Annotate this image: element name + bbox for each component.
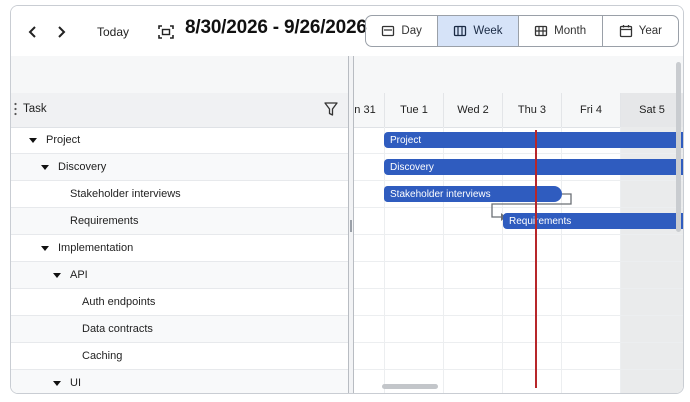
timeline-row <box>354 343 683 370</box>
task-row-requirements[interactable]: Requirements <box>11 208 348 235</box>
timeline-row <box>354 289 683 316</box>
day-header-weekend: Sat 5 <box>620 93 683 127</box>
timeline-row <box>354 370 683 393</box>
caret-down-icon[interactable] <box>28 135 38 145</box>
task-row-api[interactable]: API <box>11 262 348 289</box>
fit-range-button[interactable] <box>156 22 176 42</box>
task-label: Data contracts <box>82 323 153 335</box>
timeline-row <box>354 262 683 289</box>
next-button[interactable] <box>51 22 71 42</box>
week-view-button[interactable]: Week <box>438 16 519 46</box>
chevron-right-icon <box>58 26 66 38</box>
filter-icon[interactable] <box>324 101 338 117</box>
task-bar-discovery[interactable]: Discovery <box>384 159 683 175</box>
today-marker-line <box>535 130 537 388</box>
today-button[interactable]: Today <box>91 22 135 42</box>
chevron-left-icon <box>28 26 36 38</box>
timeline-row <box>354 235 683 262</box>
horizontal-scrollbar[interactable] <box>382 384 438 389</box>
column-drag-handle-icon[interactable] <box>14 102 17 116</box>
day-header: Wed 2 <box>443 93 502 127</box>
year-view-icon <box>619 25 632 38</box>
day-header: n 31 <box>354 104 376 116</box>
task-row-data-contracts[interactable]: Data contracts <box>11 316 348 343</box>
task-label: UI <box>70 377 81 389</box>
month-view-label: Month <box>554 25 587 37</box>
timeline-row <box>354 316 683 343</box>
task-bar-requirements[interactable]: Requirements <box>503 213 683 229</box>
fit-range-icon <box>158 25 174 39</box>
caret-down-icon[interactable] <box>52 270 62 280</box>
task-label: Auth endpoints <box>82 296 156 308</box>
date-range-label: 8/30/2026 - 9/26/2026 <box>185 17 367 38</box>
day-view-label: Day <box>401 25 422 37</box>
task-label: API <box>70 269 88 281</box>
task-row-discovery[interactable]: Discovery <box>11 154 348 181</box>
task-bar-project[interactable]: Project <box>384 132 683 148</box>
month-view-button[interactable]: Month <box>519 16 603 46</box>
caret-down-icon[interactable] <box>40 243 50 253</box>
day-header: Tue 1 <box>384 93 443 127</box>
timeline-pane: n 31 Tue 1 Wed 2 Thu 3 Fri 4 Sat 5 Proje… <box>354 56 683 393</box>
view-switcher: Day Week Month Year <box>365 15 679 47</box>
task-label: Requirements <box>70 215 139 227</box>
task-row-ui[interactable]: UI <box>11 370 348 393</box>
task-row-stakeholder-interviews[interactable]: Stakeholder interviews <box>11 181 348 208</box>
task-row-implementation[interactable]: Implementation <box>11 235 348 262</box>
year-view-label: Year <box>638 25 662 37</box>
grid-header: Task <box>11 93 348 128</box>
caret-down-icon[interactable] <box>52 378 62 388</box>
day-view-button[interactable]: Day <box>366 16 439 46</box>
gantt-chart: Today 8/30/2026 - 9/26/2026 Day Week Mon… <box>10 5 684 394</box>
task-label: Discovery <box>58 161 107 173</box>
timeline-header-top <box>354 56 683 94</box>
week-view-icon <box>454 25 467 37</box>
vertical-scrollbar[interactable] <box>676 62 681 232</box>
grid-header-spacer <box>11 56 348 93</box>
splitter-grip[interactable] <box>350 220 352 232</box>
task-label: Implementation <box>58 242 134 254</box>
timeline-body: Project Discovery Stakeholder interviews… <box>354 127 683 393</box>
day-header: Thu 3 <box>502 93 561 127</box>
task-row-auth-endpoints[interactable]: Auth endpoints <box>11 289 348 316</box>
task-row-caching[interactable]: Caching <box>11 343 348 370</box>
task-grid: Task Project Discovery Stakeholder inter… <box>11 56 348 393</box>
week-view-label: Week <box>473 25 503 37</box>
task-row-project[interactable]: Project <box>11 127 348 154</box>
previous-button[interactable] <box>23 22 43 42</box>
task-column-header[interactable]: Task <box>23 103 47 115</box>
month-view-icon <box>535 25 548 37</box>
toolbar: Today 8/30/2026 - 9/26/2026 Day Week Mon… <box>11 6 683 57</box>
day-view-icon <box>382 25 395 37</box>
day-header: Fri 4 <box>561 93 620 127</box>
year-view-button[interactable]: Year <box>603 16 678 46</box>
task-label: Caching <box>82 350 123 362</box>
task-label: Project <box>46 134 81 146</box>
timeline-day-header: n 31 Tue 1 Wed 2 Thu 3 Fri 4 Sat 5 <box>354 93 683 128</box>
caret-down-icon[interactable] <box>40 162 50 172</box>
task-label: Stakeholder interviews <box>70 188 181 200</box>
